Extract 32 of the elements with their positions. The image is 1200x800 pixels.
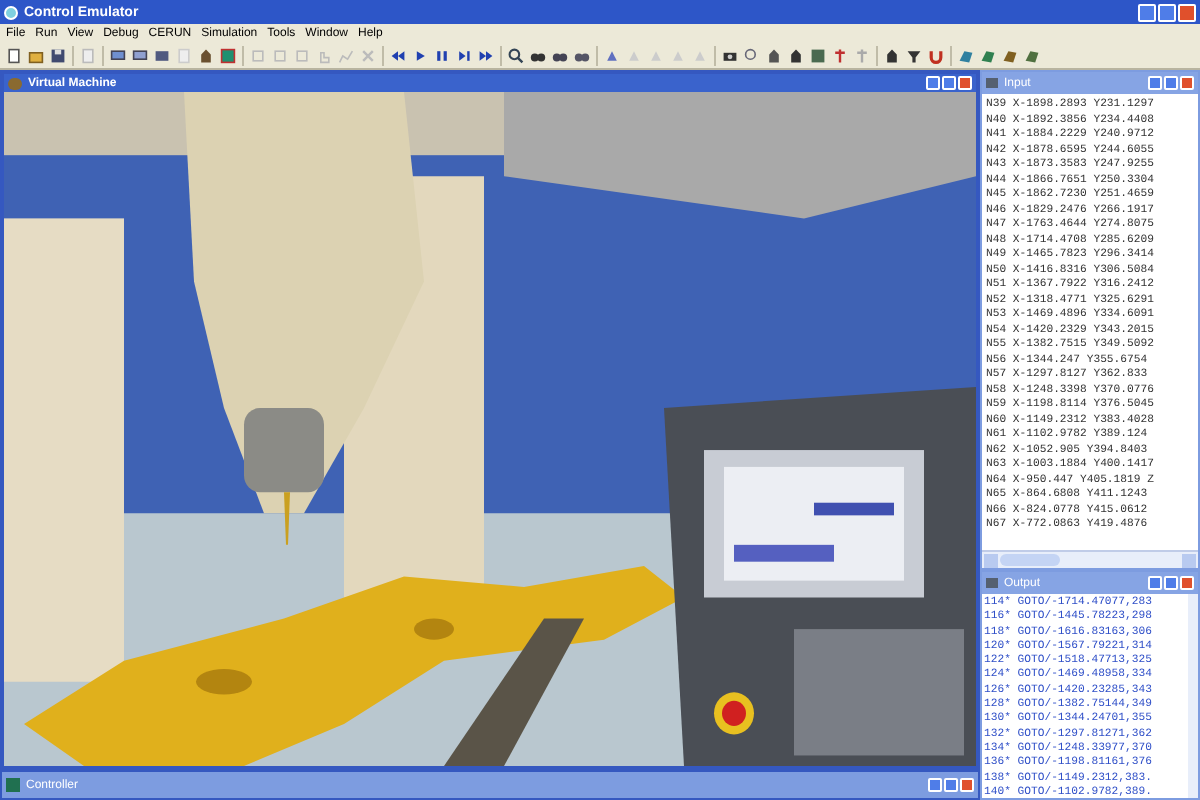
maximize-button[interactable]: [1158, 3, 1176, 21]
maximize-button[interactable]: [1164, 576, 1178, 590]
scroll-thumb[interactable]: [1000, 554, 1060, 566]
magnet-icon[interactable]: [928, 47, 944, 63]
filter-icon[interactable]: [906, 47, 922, 63]
maximize-button[interactable]: [944, 778, 958, 792]
save-icon[interactable]: [50, 47, 66, 63]
fast-forward-icon[interactable]: [478, 47, 494, 63]
open-folder-icon[interactable]: [28, 47, 44, 63]
rewind-icon[interactable]: [390, 47, 406, 63]
play-icon[interactable]: [412, 47, 428, 63]
close-button[interactable]: [960, 778, 974, 792]
close-button[interactable]: [1180, 576, 1194, 590]
minimize-button[interactable]: [926, 76, 940, 90]
close-button[interactable]: [1178, 3, 1196, 21]
horizontal-scrollbar[interactable]: [982, 550, 1198, 568]
zoom-icon[interactable]: [508, 47, 524, 63]
vertical-scrollbar[interactable]: [1188, 594, 1198, 798]
new-file-icon[interactable]: [6, 47, 22, 63]
maximize-button[interactable]: [1164, 76, 1178, 90]
minimize-button[interactable]: [1148, 576, 1162, 590]
pause-icon[interactable]: [434, 47, 450, 63]
maximize-button[interactable]: [942, 76, 956, 90]
step-forward-icon[interactable]: [456, 47, 472, 63]
chip-icon[interactable]: [220, 47, 236, 63]
camera-icon[interactable]: [722, 47, 738, 63]
close-button[interactable]: [1180, 76, 1194, 90]
app-icon: [4, 5, 18, 19]
close-button[interactable]: [958, 76, 972, 90]
minimize-button[interactable]: [1138, 3, 1156, 21]
minimize-button[interactable]: [928, 778, 942, 792]
minimize-button[interactable]: [1148, 76, 1162, 90]
